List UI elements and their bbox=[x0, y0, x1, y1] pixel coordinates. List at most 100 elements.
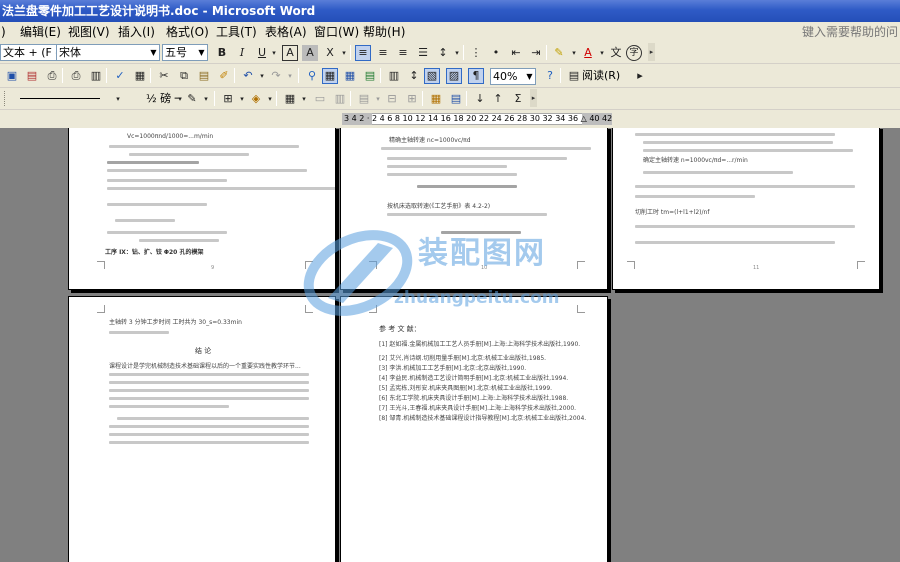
chevron-down-icon[interactable]: ▾ bbox=[110, 91, 126, 107]
print-icon[interactable]: ⎙ bbox=[44, 68, 60, 84]
document-map-icon[interactable]: ▧ bbox=[424, 68, 440, 84]
bullets-icon[interactable]: • bbox=[488, 45, 504, 61]
font-dropdown[interactable]: 宋体 ▼ bbox=[56, 44, 160, 61]
text-line bbox=[417, 185, 517, 188]
font-size-dropdown[interactable]: 五号 ▼ bbox=[162, 44, 208, 61]
sort-descending-icon[interactable]: ↑ bbox=[490, 91, 506, 107]
tables-borders-icon[interactable]: ▦ bbox=[322, 68, 338, 84]
toolbar-options-icon[interactable]: ▸ bbox=[648, 43, 655, 61]
ruler-scale: 3 4 2 · 2 4 6 8 10 12 14 16 18 20 22 24 … bbox=[344, 114, 613, 123]
insert-excel-icon[interactable]: ▤ bbox=[362, 68, 378, 84]
menu-table[interactable]: 表格(A) bbox=[265, 22, 307, 42]
help-icon[interactable]: ? bbox=[542, 68, 558, 84]
chevron-down-icon[interactable]: ▾ bbox=[198, 91, 214, 107]
bold-button[interactable]: B bbox=[214, 45, 230, 61]
cut-icon[interactable]: ✂ bbox=[156, 68, 172, 84]
text-line bbox=[109, 331, 169, 334]
text-line bbox=[643, 141, 833, 144]
text-line bbox=[643, 171, 793, 174]
page-9[interactable]: Vc=1000πnd/1000=...m/min 工序 Ⅸ：钻、扩、铰 Φ20 … bbox=[68, 128, 336, 290]
text-line bbox=[129, 153, 249, 156]
format-painter-icon[interactable]: ✐ bbox=[216, 68, 232, 84]
character-shading-button[interactable]: A bbox=[302, 45, 318, 61]
align-justify-icon[interactable]: ≡ bbox=[355, 45, 371, 61]
enclose-character-icon[interactable]: 字 bbox=[626, 45, 642, 61]
highlight-icon[interactable]: ✎ bbox=[551, 45, 567, 61]
split-cells-icon[interactable]: ▥ bbox=[332, 91, 348, 107]
tables-toolbar: ▾ ½ 磅 ─ ▾ ✎ ▾ ⊞ ▾ ◈ ▾ ▦ ▾ ▭ ▥ ▤ ▾ ⊟ ⊞ ▦ … bbox=[0, 88, 900, 110]
table-autoformat-icon[interactable]: ▦ bbox=[428, 91, 444, 107]
distribute-columns-icon[interactable]: ⊞ bbox=[404, 91, 420, 107]
margin-corner bbox=[97, 305, 105, 313]
reference-item: [4] 李益民.机械制造工艺设计简明手册[M].北京:机械工业出版社,1994. bbox=[379, 375, 569, 382]
menu-view[interactable]: 视图(V) bbox=[68, 22, 110, 42]
help-search-box[interactable]: 键入需要帮助的问 bbox=[802, 22, 898, 42]
chevron-down-icon[interactable]: ▾ bbox=[282, 68, 298, 84]
research-icon[interactable]: ▥ bbox=[88, 68, 104, 84]
decrease-indent-icon[interactable]: ⇤ bbox=[508, 45, 524, 61]
menu-format[interactable]: 格式(O) bbox=[166, 22, 209, 42]
page-snippet: 按机床选取转速(《工艺手册》表 4.2-2) bbox=[387, 203, 491, 210]
menu-insert[interactable]: 插入(I) bbox=[118, 22, 155, 42]
phonetic-guide-icon[interactable]: 文 bbox=[608, 45, 624, 61]
document-canvas[interactable]: Vc=1000πnd/1000=...m/min 工序 Ⅸ：钻、扩、铰 Φ20 … bbox=[0, 128, 900, 562]
read-mode-button[interactable]: 阅读(R) bbox=[582, 68, 620, 84]
zoom-dropdown[interactable]: 40% ▼ bbox=[490, 68, 536, 85]
underline-dropdown-icon[interactable]: ▾ bbox=[266, 45, 282, 61]
text-line bbox=[109, 425, 309, 428]
save-icon[interactable]: ▣ bbox=[4, 68, 20, 84]
menu-window[interactable]: 窗口(W) bbox=[314, 22, 359, 42]
show-hide-icon[interactable]: ¶ bbox=[468, 68, 484, 84]
text-line bbox=[109, 373, 309, 376]
copy-icon[interactable]: ⧉ bbox=[176, 68, 192, 84]
toolbar-options-icon[interactable]: ▸ bbox=[530, 89, 537, 107]
horizontal-ruler[interactable]: 3 4 2 · 2 4 6 8 10 12 14 16 18 20 22 24 … bbox=[0, 110, 900, 128]
separator bbox=[234, 68, 235, 83]
text-line bbox=[387, 213, 547, 216]
columns-icon[interactable]: ▥ bbox=[386, 68, 402, 84]
text-line bbox=[381, 147, 591, 150]
margin-corner bbox=[857, 261, 865, 269]
distribute-rows-icon[interactable]: ⊟ bbox=[384, 91, 400, 107]
page-snippet: Vc=1000πnd/1000=...m/min bbox=[127, 133, 214, 140]
watermark-logo-icon bbox=[303, 230, 413, 316]
numbering-icon[interactable]: ⋮ bbox=[468, 45, 484, 61]
page-references[interactable]: 参 考 文 献： [1] 赵如福.金属机械加工工艺人员手册[M].上海:上海科学… bbox=[340, 296, 608, 562]
sort-ascending-icon[interactable]: ↓ bbox=[472, 91, 488, 107]
research-book-icon[interactable]: ▦ bbox=[132, 68, 148, 84]
align-right-icon[interactable]: ≡ bbox=[395, 45, 411, 61]
menu-help[interactable]: 帮助(H) bbox=[363, 22, 405, 42]
menu-edit[interactable]: 编辑(E) bbox=[20, 22, 61, 42]
permission-icon[interactable]: ▤ bbox=[24, 68, 40, 84]
page-snippet: 确定主轴转速 n=1000vc/πd=...r/min bbox=[643, 157, 748, 164]
read-mode-icon[interactable]: ▤ bbox=[566, 68, 582, 84]
insert-table-icon[interactable]: ▦ bbox=[342, 68, 358, 84]
autosum-button[interactable]: Σ bbox=[510, 91, 526, 107]
italic-button[interactable]: I bbox=[234, 45, 250, 61]
character-border-button[interactable]: A bbox=[282, 45, 298, 61]
hyperlink-icon[interactable]: ⚲ bbox=[304, 68, 320, 84]
separator bbox=[422, 91, 423, 106]
paste-icon[interactable]: ▤ bbox=[196, 68, 212, 84]
increase-indent-icon[interactable]: ⇥ bbox=[528, 45, 544, 61]
spelling-icon[interactable]: ✓ bbox=[112, 68, 128, 84]
page-11[interactable]: 确定主轴转速 n=1000vc/πd=...r/min 切削工时 tm=(l+l… bbox=[612, 128, 880, 290]
chevron-down-icon[interactable]: ▾ bbox=[296, 91, 312, 107]
merge-cells-icon[interactable]: ▭ bbox=[312, 91, 328, 107]
page-number: 9 bbox=[211, 265, 215, 271]
thumbnails-icon[interactable]: ▨ bbox=[446, 68, 462, 84]
separator bbox=[214, 91, 215, 106]
align-center-icon[interactable]: ≡ bbox=[375, 45, 391, 61]
title-bar: 法兰盘零件加工工艺设计说明书.doc - Microsoft Word bbox=[0, 0, 900, 22]
line-style-sample[interactable] bbox=[20, 98, 100, 99]
distributed-align-icon[interactable]: ☰ bbox=[415, 45, 431, 61]
menu-tools[interactable]: 工具(T) bbox=[216, 22, 257, 42]
menu-file[interactable]: ) bbox=[1, 22, 6, 42]
toolbar-options-icon[interactable]: ▸ bbox=[632, 68, 648, 84]
separator bbox=[463, 45, 464, 60]
separator bbox=[106, 68, 107, 83]
page-conclusion[interactable]: 主轴转 3 分钟工步时间 工时共为 30_s=0.33min 结 论 课程设计是… bbox=[68, 296, 336, 562]
drawing-icon[interactable]: ↕ bbox=[406, 68, 422, 84]
print-preview-icon[interactable]: ⎙ bbox=[68, 68, 84, 84]
text-direction-icon[interactable]: ▤ bbox=[448, 91, 464, 107]
